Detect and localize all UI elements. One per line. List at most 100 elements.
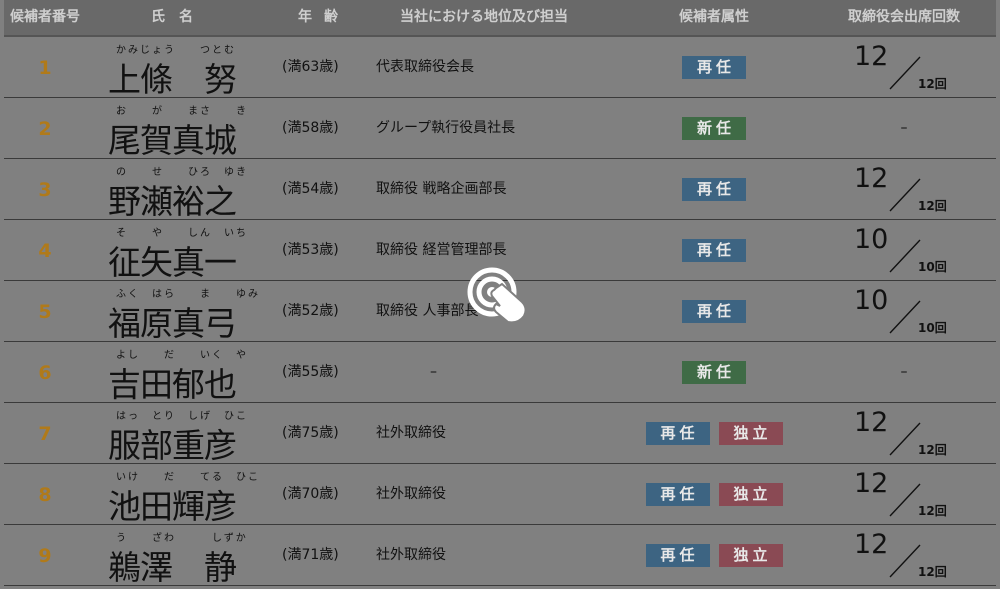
name-kanji: 鵜澤 静 [108,548,237,587]
candidate-name: の せ ひろ ゆき 野瀬裕之 [108,161,254,221]
header-age: 年齢 [298,9,350,25]
reappointment-badge: 再任 [645,482,710,506]
new-appointment-badge: 新任 [682,116,746,140]
candidate-attributes: 再任 独立 [616,403,812,463]
attendance-dash: – [900,364,908,380]
candidate-age: (満58歳) [282,120,339,136]
candidate-position: 取締役 戦略企画部長 [376,181,507,197]
candidate-name: ふく はら ま ゆみ 福原真弓 [108,283,258,343]
candidate-number: 9 [38,545,52,567]
candidate-position: 社外取締役 [376,547,446,563]
candidate-age: (満71歳) [282,547,339,563]
new-appointment-badge: 新任 [682,360,746,384]
header-name: 氏名 [151,9,207,25]
table-row: 8 いけ だ てる ひこ 池田輝彦 (満70歳) 社外取締役 再任 独立 12 1… [4,464,996,526]
header-candidate-number: 候補者番号 [10,9,80,25]
attendance: – [812,98,996,158]
candidate-position: グループ執行役員社長 [376,120,516,136]
candidate-attributes: 再任 [616,37,812,97]
attendance-total: 10回 [918,260,947,274]
table-header: 候補者番号 氏名 年齢 当社における地位及び担当 候補者属性 取締役会出席回数 [4,0,996,35]
name-kanji: 野瀬裕之 [108,182,237,221]
candidate-age: (満63歳) [282,59,339,75]
table-row: 2 お が まさ き 尾賀真城 (満58歳) グループ執行役員社長 新任 – [4,98,996,160]
candidate-attributes: 再任 独立 [616,525,812,585]
attendance: 12 12回 [812,464,996,524]
attendance: 12 12回 [812,403,996,463]
attendance: 12 12回 [812,159,996,219]
header-attribute: 候補者属性 [679,9,749,25]
attendance: 10 10回 [812,220,996,280]
name-kanji: 征矢真一 [108,243,237,282]
header-attendance: 取締役会出席回数 [848,9,960,25]
fraction-slash [889,300,921,334]
attendance: 10 10回 [812,281,996,341]
candidate-number: 4 [38,240,52,262]
fraction-slash [889,239,921,273]
candidate-attributes: 再任 [616,281,812,341]
candidate-name: はっ とり しげ ひこ 服部重彦 [108,405,254,465]
table-row: 7 はっ とり しげ ひこ 服部重彦 (満75歳) 社外取締役 再任 独立 12 … [4,403,996,465]
reappointment-badge: 再任 [682,238,746,262]
candidate-attributes: 新任 [616,342,812,402]
candidate-name: う ざわ しずか 鵜澤 静 [108,527,254,587]
candidate-attributes: 再任 [616,220,812,280]
attendance-count: 12 [854,163,889,194]
candidate-number: 8 [38,484,52,506]
candidate-number: 1 [38,57,52,79]
candidate-number: 5 [38,301,52,323]
candidate-age: (満54歳) [282,181,339,197]
attendance-total: 12回 [918,565,947,579]
candidate-position: – [430,364,437,380]
candidate-name: そ や しん いち 征矢真一 [108,222,254,282]
fraction-slash [889,544,921,578]
table-row: 1 かみじょう つとむ 上條 努 (満63歳) 代表取締役会長 再任 12 12… [4,35,996,99]
attendance-total: 12回 [918,77,947,91]
candidate-name: よし だ いく や 吉田郁也 [108,344,254,404]
independent-badge: 独立 [718,421,783,445]
candidate-number: 7 [38,423,52,445]
name-kanji: 服部重彦 [108,426,237,465]
attendance-count: 10 [854,224,889,255]
attendance-count: 12 [854,41,889,72]
name-kanji: 池田輝彦 [108,487,237,526]
table-row: 3 の せ ひろ ゆき 野瀬裕之 (満54歳) 取締役 戦略企画部長 再任 12… [4,159,996,221]
attendance-total: 12回 [918,504,947,518]
candidate-attributes: 新任 [616,98,812,158]
candidate-age: (満53歳) [282,242,339,258]
candidate-position: 社外取締役 [376,486,446,502]
candidate-name: いけ だ てる ひこ 池田輝彦 [108,466,258,526]
table-row: 9 う ざわ しずか 鵜澤 静 (満71歳) 社外取締役 再任 独立 12 12回 [4,525,996,587]
candidate-age: (満52歳) [282,303,339,319]
attendance-count: 12 [854,407,889,438]
name-kanji: 尾賀真城 [108,121,237,160]
attendance-count: 12 [854,468,889,499]
reappointment-badge: 再任 [682,55,746,79]
reappointment-badge: 再任 [645,543,710,567]
candidate-name: かみじょう つとむ 上條 努 [108,39,254,99]
name-kanji: 上條 努 [108,60,237,99]
candidate-age: (満70歳) [282,486,339,502]
candidate-number: 2 [38,118,52,140]
tap-hand-icon [462,262,542,326]
attendance-total: 12回 [918,443,947,457]
attendance-total: 10回 [918,321,947,335]
reappointment-badge: 再任 [682,177,746,201]
candidate-attributes: 再任 [616,159,812,219]
independent-badge: 独立 [718,543,783,567]
header-position: 当社における地位及び担当 [400,9,568,25]
candidate-age: (満75歳) [282,425,339,441]
attendance: – [812,342,996,402]
fraction-slash [889,178,921,212]
candidate-position: 代表取締役会長 [376,59,474,75]
candidate-name: お が まさ き 尾賀真城 [108,100,254,160]
candidate-attributes: 再任 独立 [616,464,812,524]
candidate-number: 6 [38,362,52,384]
candidate-number: 3 [38,179,52,201]
name-kanji: 吉田郁也 [108,365,237,404]
attendance-count: 12 [854,529,889,560]
attendance: 12 12回 [812,37,996,97]
table-row: 6 よし だ いく や 吉田郁也 (満55歳) – 新任 – [4,342,996,404]
attendance-dash: – [900,120,908,136]
attendance: 12 12回 [812,525,996,585]
